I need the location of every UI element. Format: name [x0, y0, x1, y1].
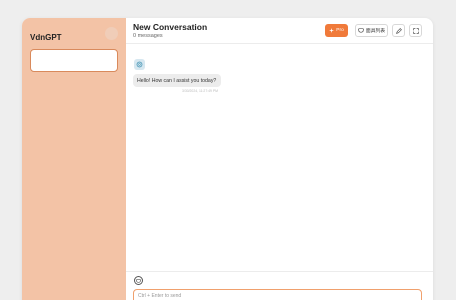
bot-message: Hello! How can I assist you today? — [133, 74, 221, 87]
message-count: 0 messages — [133, 33, 163, 39]
message-timestamp: 3/30/2024, 11:27:49 PM — [182, 89, 218, 93]
conversation-title[interactable]: New Conversation — [133, 22, 207, 32]
edit-button[interactable] — [392, 24, 405, 37]
app-window: VdnGPT New Conversation 0 messages Pro 面… — [22, 18, 433, 300]
composer — [126, 271, 433, 300]
model-button-label: Pro — [336, 28, 344, 33]
app-brand: VdnGPT — [30, 33, 62, 42]
sidebar: VdnGPT — [22, 18, 126, 300]
mask-list-label: 面具列表 — [365, 29, 386, 34]
mask-list-button[interactable]: 面具列表 — [355, 24, 388, 37]
sparkle-icon — [329, 28, 335, 33]
conversation-item[interactable] — [30, 49, 118, 72]
pencil-icon — [395, 27, 402, 34]
mask-icon — [358, 28, 364, 33]
logo-icon — [105, 27, 118, 40]
message-text: Hello! How can I assist you today? — [137, 77, 217, 84]
chat-panel: New Conversation 0 messages Pro 面具列表 Hel… — [126, 18, 433, 300]
expand-icon — [412, 27, 419, 34]
message-input[interactable] — [133, 289, 422, 300]
openai-icon — [134, 59, 145, 70]
model-button[interactable]: Pro — [325, 24, 348, 37]
chat-header: New Conversation 0 messages Pro 面具列表 — [126, 18, 433, 44]
mask-tool-icon[interactable] — [134, 276, 143, 285]
fullscreen-button[interactable] — [409, 24, 422, 37]
